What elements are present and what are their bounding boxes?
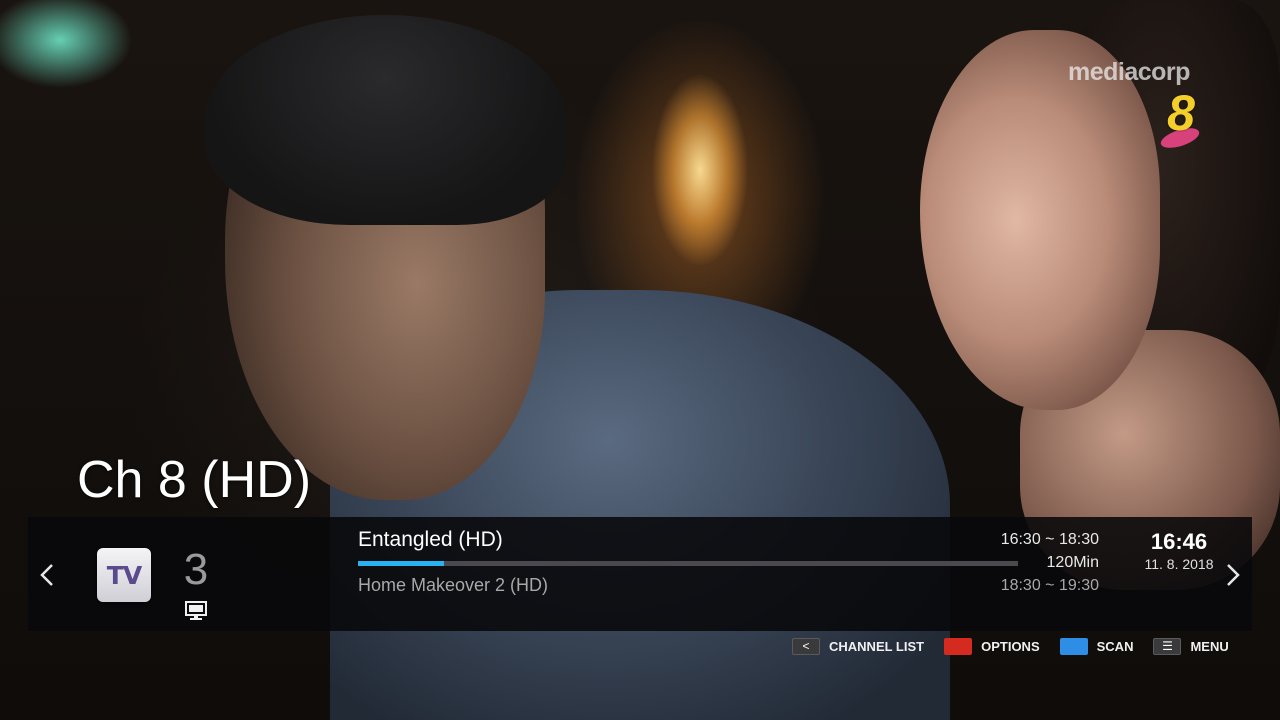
- tv-icon-label: TV: [106, 560, 142, 590]
- chevron-left-icon: [40, 564, 53, 586]
- channel-8-logo-icon: 8: [1156, 84, 1206, 156]
- next-channel-button[interactable]: [1218, 557, 1248, 593]
- next-program-time: 18:30 ~ 19:30: [1000, 577, 1099, 594]
- current-program-title: Entangled (HD): [358, 528, 503, 551]
- video-frame-person-hair: [205, 15, 565, 225]
- options-label: OPTIONS: [981, 638, 1040, 654]
- channel-list-label: CHANNEL LIST: [829, 638, 925, 654]
- program-progress-fill: [358, 561, 444, 566]
- current-program-time: 16:30 ~ 18:30: [1000, 531, 1099, 548]
- remote-key-hints: < CHANNEL LIST OPTIONS SCAN ☰ MENU: [792, 636, 1229, 656]
- menu-hint[interactable]: ☰ MENU: [1153, 637, 1229, 655]
- tv-screen: mediacorp 8 Ch 8 (HD) TV 3 Entangled (HD…: [0, 0, 1280, 720]
- prev-channel-button[interactable]: [32, 557, 62, 593]
- back-key-icon: <: [792, 637, 820, 655]
- next-program-title: Home Makeover 2 (HD): [358, 575, 549, 595]
- monitor-icon: [185, 601, 207, 620]
- current-program-duration: 120Min: [1046, 554, 1099, 571]
- program-progress-bar: [358, 561, 1018, 566]
- red-key-icon: [944, 637, 973, 655]
- blue-key-icon: [1059, 637, 1088, 655]
- channel-title: Ch 8 (HD): [77, 451, 312, 509]
- menu-label: MENU: [1190, 638, 1229, 654]
- channel-info-bar: TV 3 Entangled (HD) 16:30 ~ 18:30 120Min…: [28, 517, 1252, 631]
- channel-number: 3: [183, 545, 209, 594]
- broadcaster-logo-text: mediacorp: [1068, 58, 1190, 86]
- menu-key-icon: ☰: [1153, 637, 1182, 655]
- broadcaster-logo: mediacorp 8: [1068, 58, 1208, 168]
- chevron-right-icon: [1227, 564, 1240, 586]
- scan-hint[interactable]: SCAN: [1059, 637, 1134, 655]
- channel-list-hint[interactable]: < CHANNEL LIST: [792, 637, 925, 655]
- options-hint[interactable]: OPTIONS: [944, 637, 1040, 655]
- logo-digit: 8: [1167, 85, 1195, 141]
- scan-label: SCAN: [1096, 638, 1134, 654]
- tv-channel-type-icon: TV: [97, 548, 151, 602]
- clock-time: 16:46: [1150, 529, 1208, 554]
